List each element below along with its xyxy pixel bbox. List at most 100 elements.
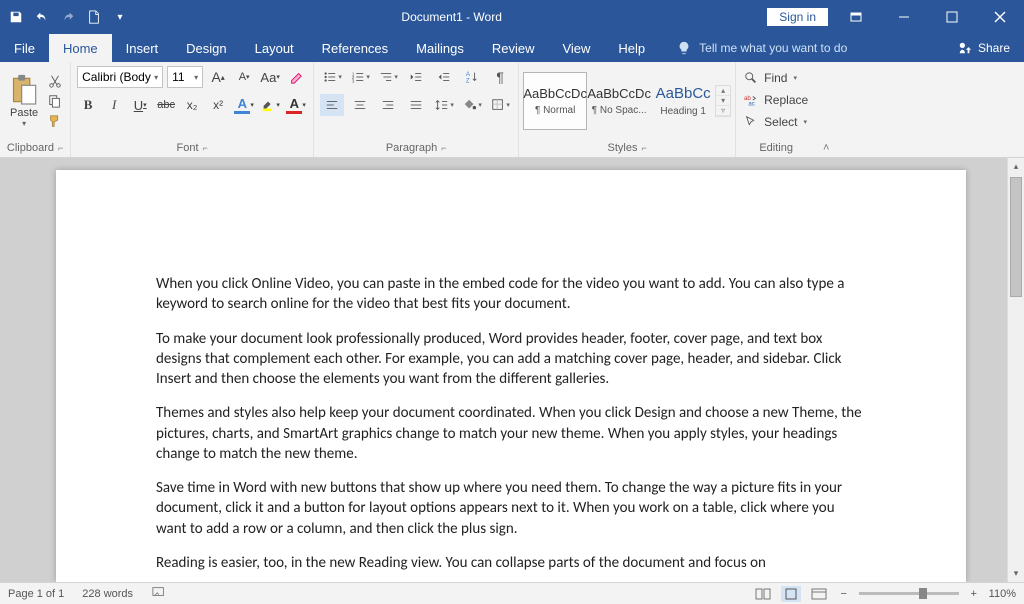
highlight-button[interactable]: ▾ [259, 94, 281, 116]
group-editing: Find▾ abacReplace Select▾ Editing [736, 62, 816, 157]
font-name-combo[interactable]: Calibri (Body▾ [77, 66, 163, 88]
tell-me-search[interactable]: Tell me what you want to do [659, 34, 944, 62]
find-button[interactable]: Find▾ [744, 68, 797, 88]
subscript-button[interactable]: x₂ [181, 94, 203, 116]
align-center-button[interactable] [348, 94, 372, 116]
scroll-up-button[interactable]: ▴ [1008, 158, 1024, 175]
zoom-in-button[interactable]: + [967, 588, 981, 600]
borders-button[interactable]: ▾ [488, 94, 512, 116]
increase-indent-button[interactable] [432, 66, 456, 88]
group-font: Calibri (Body▾ 11▾ A▴ A▾ Aa▾ B I U▾ abc … [71, 62, 314, 157]
superscript-button[interactable]: x² [207, 94, 229, 116]
font-size-combo[interactable]: 11▾ [167, 66, 203, 88]
style-scroll-up[interactable]: ▴ [716, 86, 730, 96]
format-painter-icon[interactable] [46, 113, 64, 129]
shrink-font-button[interactable]: A▾ [233, 66, 255, 88]
shading-button[interactable]: ▾ [460, 94, 484, 116]
cut-icon[interactable] [46, 73, 64, 89]
proofing-icon[interactable] [151, 585, 167, 602]
style-heading1[interactable]: AaBbCcHeading 1 [651, 72, 715, 130]
tab-layout[interactable]: Layout [241, 34, 308, 62]
style-gallery-scroll: ▴ ▾ ▿ [715, 85, 731, 117]
strikethrough-button[interactable]: abc [155, 94, 177, 116]
multilevel-list-button[interactable]: ▾ [376, 66, 400, 88]
font-color-button[interactable]: A▾ [285, 94, 307, 116]
numbering-button[interactable]: 123▾ [348, 66, 372, 88]
scroll-thumb[interactable] [1010, 177, 1022, 297]
ribbon-display-icon[interactable] [836, 3, 876, 31]
paragraph[interactable]: Themes and styles also help keep your do… [156, 403, 866, 464]
decrease-indent-button[interactable] [404, 66, 428, 88]
grow-font-button[interactable]: A▴ [207, 66, 229, 88]
paste-icon [10, 73, 38, 107]
paragraph[interactable]: Save time in Word with new buttons that … [156, 478, 866, 539]
zoom-out-button[interactable]: − [837, 588, 851, 600]
bold-button[interactable]: B [77, 94, 99, 116]
scroll-track[interactable] [1008, 175, 1024, 565]
styles-dialog-launcher[interactable]: ⌐ [641, 143, 646, 153]
scroll-down-button[interactable]: ▾ [1008, 565, 1024, 582]
sign-in-button[interactable]: Sign in [767, 8, 828, 26]
paragraph[interactable]: To make your document look professionall… [156, 329, 866, 390]
clipboard-dialog-launcher[interactable]: ⌐ [58, 143, 63, 153]
tab-design[interactable]: Design [172, 34, 240, 62]
paragraph[interactable]: Reading is easier, too, in the new Readi… [156, 553, 866, 573]
style-no-spacing[interactable]: AaBbCcDc¶ No Spac... [587, 72, 651, 130]
style-gallery-expand[interactable]: ▿ [716, 106, 730, 116]
read-mode-icon[interactable] [753, 586, 773, 602]
select-button[interactable]: Select▾ [744, 112, 807, 132]
sort-button[interactable]: AZ [460, 66, 484, 88]
bullets-button[interactable]: ▾ [320, 66, 344, 88]
tab-references[interactable]: References [308, 34, 402, 62]
ribbon: Paste ▾ Clipboard⌐ Calibri (Body▾ 11▾ A▴… [0, 62, 1024, 158]
italic-button[interactable]: I [103, 94, 125, 116]
tab-insert[interactable]: Insert [112, 34, 173, 62]
maximize-icon[interactable] [932, 3, 972, 31]
paragraph-dialog-launcher[interactable]: ⌐ [441, 143, 446, 153]
show-marks-button[interactable]: ¶ [488, 66, 512, 88]
page-indicator[interactable]: Page 1 of 1 [8, 588, 64, 600]
share-button[interactable]: Share [944, 34, 1024, 62]
align-left-button[interactable] [320, 94, 344, 116]
line-spacing-button[interactable]: ▾ [432, 94, 456, 116]
style-normal[interactable]: AaBbCcDc¶ Normal [523, 72, 587, 130]
group-clipboard: Paste ▾ Clipboard⌐ [0, 62, 71, 157]
window-title: Document1 - Word [136, 10, 767, 24]
paste-button[interactable]: Paste ▾ [6, 71, 42, 130]
tab-view[interactable]: View [548, 34, 604, 62]
copy-icon[interactable] [46, 93, 64, 109]
undo-icon[interactable] [32, 7, 52, 27]
word-count[interactable]: 228 words [82, 588, 133, 600]
svg-text:3: 3 [352, 78, 355, 83]
style-scroll-down[interactable]: ▾ [716, 96, 730, 106]
text-effects-button[interactable]: A▾ [233, 94, 255, 116]
font-dialog-launcher[interactable]: ⌐ [203, 143, 208, 153]
justify-button[interactable] [404, 94, 428, 116]
web-layout-icon[interactable] [809, 586, 829, 602]
close-icon[interactable] [980, 3, 1020, 31]
underline-button[interactable]: U▾ [129, 94, 151, 116]
paragraph[interactable]: When you click Online Video, you can pas… [156, 274, 866, 315]
replace-button[interactable]: abacReplace [744, 90, 808, 110]
group-paragraph: ▾ 123▾ ▾ AZ ¶ ▾ ▾ ▾ Paragraph⌐ [314, 62, 519, 157]
zoom-level[interactable]: 110% [989, 588, 1016, 600]
collapse-ribbon-icon[interactable]: ˄ [816, 142, 836, 157]
tab-review[interactable]: Review [478, 34, 549, 62]
title-bar: ▾ Document1 - Word Sign in [0, 0, 1024, 34]
change-case-button[interactable]: Aa▾ [259, 66, 281, 88]
align-right-button[interactable] [376, 94, 400, 116]
zoom-knob[interactable] [919, 588, 927, 599]
minimize-icon[interactable] [884, 3, 924, 31]
tab-mailings[interactable]: Mailings [402, 34, 478, 62]
zoom-slider[interactable] [859, 592, 959, 595]
tab-home[interactable]: Home [49, 34, 112, 62]
print-layout-icon[interactable] [781, 586, 801, 602]
qat-customize-icon[interactable]: ▾ [110, 7, 130, 27]
clear-formatting-icon[interactable] [285, 66, 307, 88]
save-icon[interactable] [6, 7, 26, 27]
redo-icon[interactable] [58, 7, 78, 27]
tab-help[interactable]: Help [604, 34, 659, 62]
page[interactable]: When you click Online Video, you can pas… [56, 170, 966, 582]
new-doc-icon[interactable] [84, 7, 104, 27]
tab-file[interactable]: File [0, 34, 49, 62]
